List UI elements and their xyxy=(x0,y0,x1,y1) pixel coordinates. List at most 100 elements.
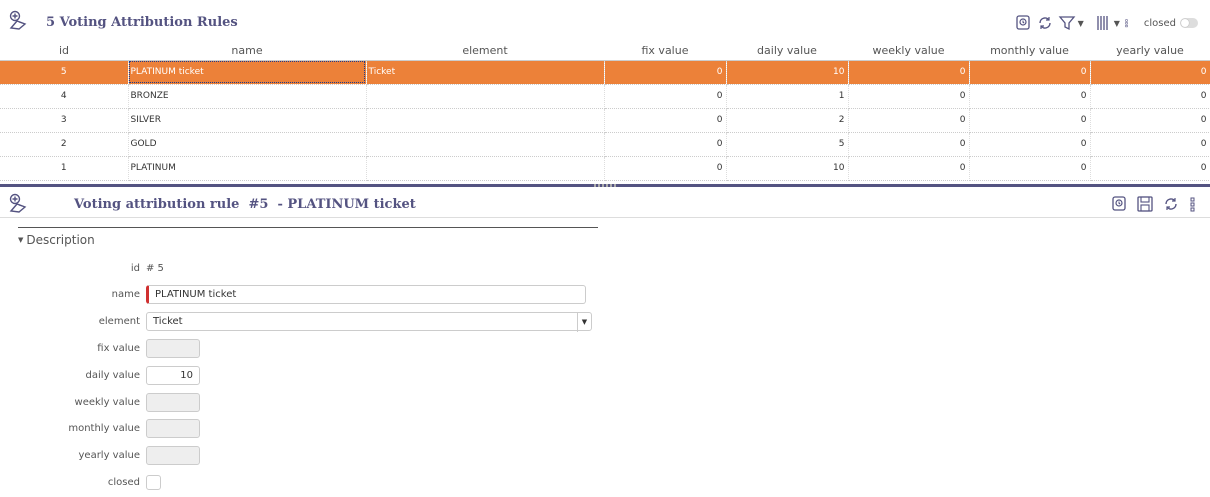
field-row-weekly-value: weekly value xyxy=(0,392,200,412)
columns-dropdown-caret-icon[interactable]: ▼ xyxy=(1114,19,1120,28)
rules-table: id name element fix value daily value we… xyxy=(0,42,1210,181)
field-label: id xyxy=(130,262,140,274)
table-row[interactable]: 3 SILVER 0 2 0 0 0 xyxy=(0,108,1210,133)
cell-daily-value: 10 xyxy=(726,156,849,181)
cell-element xyxy=(366,108,605,133)
section-description-toggle[interactable]: ▼ Description xyxy=(18,233,95,247)
cell-fix-value: 0 xyxy=(604,60,727,85)
monthly-value-input[interactable] xyxy=(146,418,200,438)
field-label: element xyxy=(98,315,140,327)
cell-id: 1 xyxy=(0,156,129,181)
field-row-element: element Ticket ▼ xyxy=(0,311,592,332)
section-divider xyxy=(18,227,598,228)
detail-title: Voting attribution rule #5 - PLATINUM ti… xyxy=(74,197,416,212)
save-icon[interactable] xyxy=(1136,195,1154,213)
cell-name: PLATINUM ticket xyxy=(128,60,367,85)
field-label: closed xyxy=(107,476,140,488)
field-row-closed: closed xyxy=(0,472,161,492)
cell-monthly-value: 0 xyxy=(969,108,1091,133)
cell-fix-value: 0 xyxy=(604,84,727,109)
cell-yearly-value: 0 xyxy=(1090,132,1210,157)
cell-element xyxy=(366,84,605,109)
more-vertical-icon[interactable] xyxy=(1124,14,1134,32)
cell-weekly-value: 0 xyxy=(848,132,970,157)
caret-down-icon: ▼ xyxy=(18,236,24,244)
cell-fix-value: 0 xyxy=(604,132,727,157)
cell-yearly-value: 0 xyxy=(1090,156,1210,181)
element-select[interactable]: Ticket ▼ xyxy=(146,311,592,332)
chevron-down-icon[interactable]: ▼ xyxy=(577,312,591,332)
daily-value-input[interactable]: 10 xyxy=(146,365,200,385)
column-header-yearly-value[interactable]: yearly value xyxy=(1090,42,1210,61)
table-row[interactable]: 4 BRONZE 0 1 0 0 0 xyxy=(0,84,1210,109)
print-icon[interactable] xyxy=(1014,14,1032,32)
filter-icon[interactable] xyxy=(1058,14,1076,32)
list-title: 5 Voting Attribution Rules xyxy=(46,15,238,30)
daily-value-input-value: 10 xyxy=(180,369,193,381)
cell-monthly-value: 0 xyxy=(969,132,1091,157)
column-header-fix-value[interactable]: fix value xyxy=(604,42,726,61)
refresh-icon[interactable] xyxy=(1162,195,1180,213)
closed-toggle[interactable] xyxy=(1180,18,1198,28)
table-row[interactable]: 1 PLATINUM 0 10 0 0 0 xyxy=(0,156,1210,181)
print-icon[interactable] xyxy=(1110,195,1128,213)
cell-weekly-value: 0 xyxy=(848,84,970,109)
cell-name: GOLD xyxy=(128,132,367,157)
cell-element xyxy=(366,132,605,157)
cell-monthly-value: 0 xyxy=(969,60,1091,85)
closed-filter-label: closed xyxy=(1143,17,1176,29)
field-label: monthly value xyxy=(68,422,140,434)
cell-yearly-value: 0 xyxy=(1090,60,1210,85)
name-input[interactable]: PLATINUM ticket xyxy=(146,284,586,304)
cell-name: PLATINUM xyxy=(128,156,367,181)
table-header-row: id name element fix value daily value we… xyxy=(0,42,1210,61)
cell-weekly-value: 0 xyxy=(848,108,970,133)
table-row[interactable]: 5 PLATINUM ticket Ticket 0 10 0 0 0 xyxy=(0,60,1210,85)
cell-weekly-value: 0 xyxy=(848,156,970,181)
field-row-yearly-value: yearly value xyxy=(0,445,200,465)
columns-icon[interactable] xyxy=(1094,14,1112,32)
table-row[interactable]: 2 GOLD 0 5 0 0 0 xyxy=(0,132,1210,157)
cell-id: 2 xyxy=(0,132,129,157)
cell-yearly-value: 0 xyxy=(1090,84,1210,109)
weekly-value-input[interactable] xyxy=(146,392,200,412)
cell-monthly-value: 0 xyxy=(969,156,1091,181)
fix-value-input[interactable] xyxy=(146,338,200,358)
cell-fix-value: 0 xyxy=(604,156,727,181)
cell-daily-value: 2 xyxy=(726,108,849,133)
cell-element xyxy=(366,156,605,181)
field-row-monthly-value: monthly value xyxy=(0,418,200,438)
cell-fix-value: 0 xyxy=(604,108,727,133)
field-label: daily value xyxy=(85,369,140,381)
list-toolbar: ▼ ▼ closed xyxy=(1010,13,1210,33)
id-value: # 5 xyxy=(146,262,164,274)
field-row-daily-value: daily value 10 xyxy=(0,365,200,385)
detail-header: Voting attribution rule #5 - PLATINUM ti… xyxy=(0,190,1210,218)
voting-rule-icon xyxy=(9,10,27,30)
column-header-weekly-value[interactable]: weekly value xyxy=(848,42,969,61)
column-header-daily-value[interactable]: daily value xyxy=(726,42,848,61)
more-vertical-icon[interactable] xyxy=(1188,195,1198,213)
section-title: Description xyxy=(26,233,95,247)
field-label: weekly value xyxy=(74,396,140,408)
column-header-id[interactable]: id xyxy=(0,42,128,61)
cell-weekly-value: 0 xyxy=(848,60,970,85)
closed-checkbox[interactable] xyxy=(146,474,161,490)
yearly-value-input[interactable] xyxy=(146,445,200,465)
splitter-grip[interactable] xyxy=(594,184,616,187)
field-label: name xyxy=(111,288,140,300)
field-label: yearly value xyxy=(78,449,141,461)
element-select-value: Ticket xyxy=(153,315,183,327)
column-header-name[interactable]: name xyxy=(128,42,366,61)
cell-element: Ticket xyxy=(366,60,605,85)
filter-dropdown-caret-icon[interactable]: ▼ xyxy=(1078,19,1084,28)
cell-daily-value: 1 xyxy=(726,84,849,109)
cell-daily-value: 10 xyxy=(726,60,849,85)
refresh-icon[interactable] xyxy=(1036,14,1054,32)
cell-name: BRONZE xyxy=(128,84,367,109)
column-header-monthly-value[interactable]: monthly value xyxy=(969,42,1090,61)
list-header: 5 Voting Attribution Rules ▼ ▼ closed xyxy=(0,0,1210,42)
cell-id: 4 xyxy=(0,84,129,109)
column-header-element[interactable]: element xyxy=(366,42,604,61)
name-input-value: PLATINUM ticket xyxy=(155,288,237,300)
